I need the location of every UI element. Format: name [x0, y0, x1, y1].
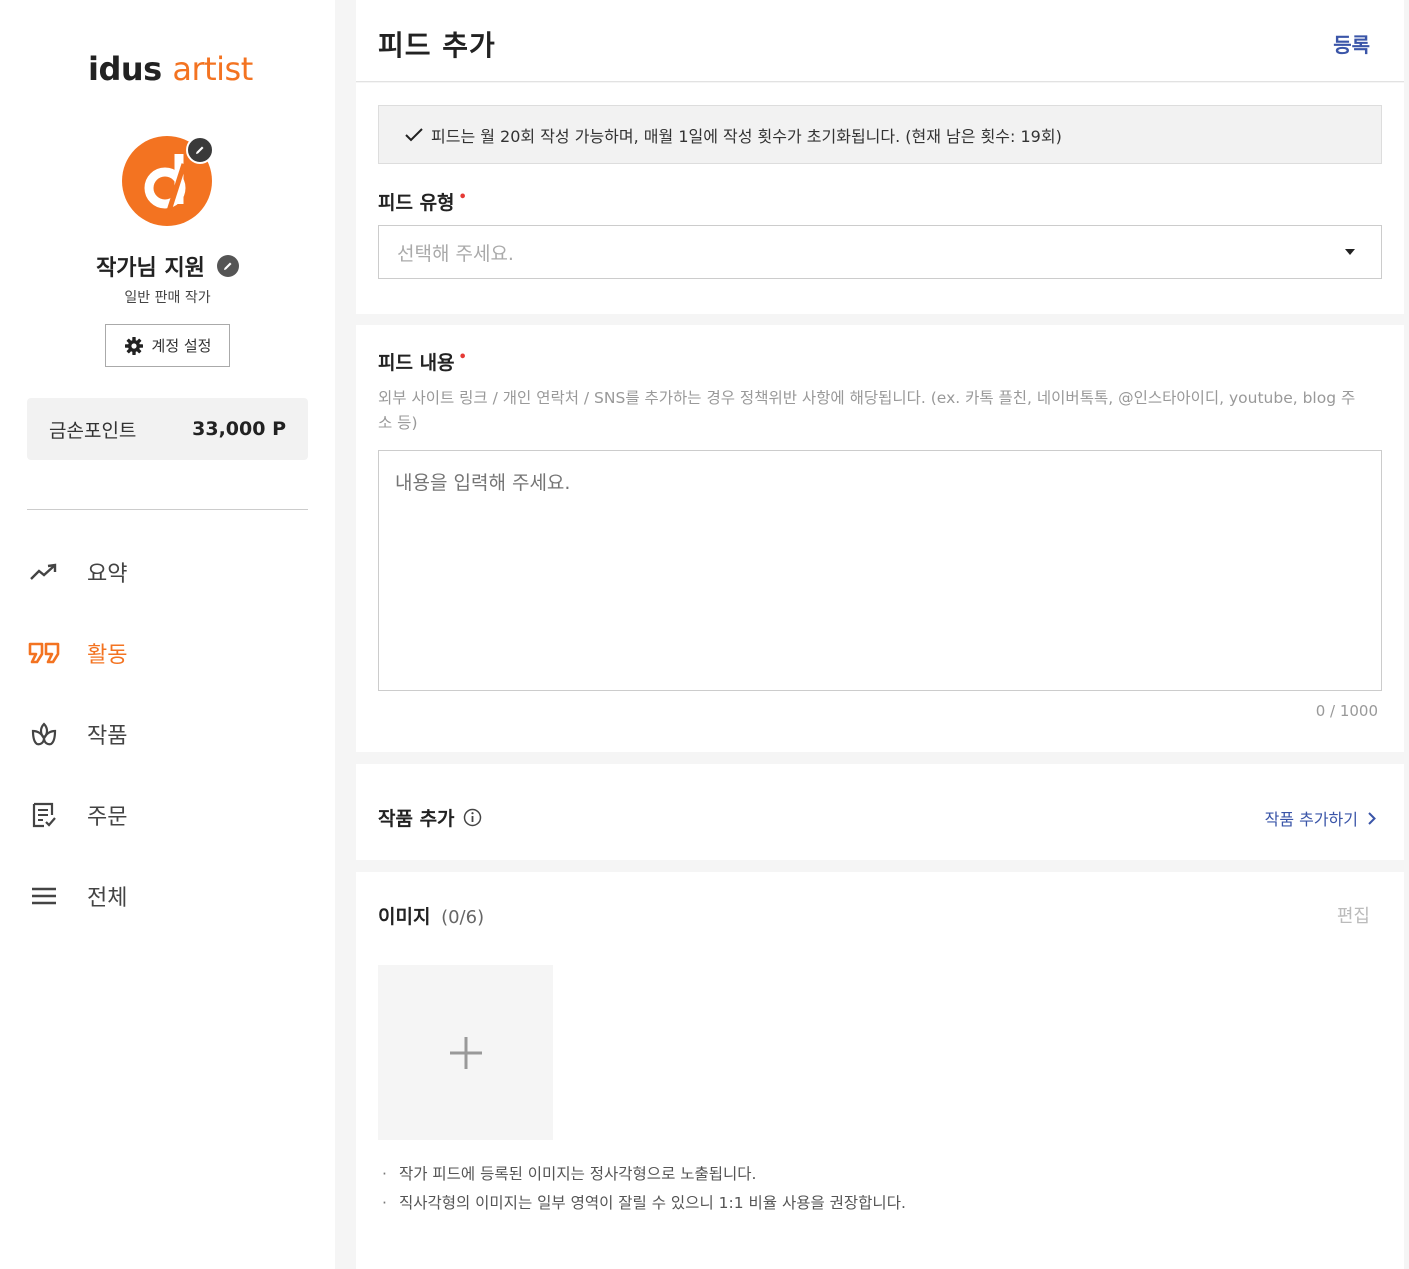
feed-content-hint: 외부 사이트 링크 / 개인 연락처 / SNS를 추가하는 경우 정책위반 사… [378, 389, 1356, 432]
images-label-text: 이미지 [378, 906, 431, 928]
image-note: 직사각형의 이미지는 일부 영역이 잘릴 수 있으니 1:1 비율 사용을 권장… [382, 1189, 906, 1218]
register-button[interactable]: 등록 [1333, 29, 1370, 58]
avatar-edit-button[interactable] [186, 136, 214, 164]
points-box: 금손포인트 33,000 P [27, 398, 308, 460]
page-title: 피드 추가 [378, 29, 496, 62]
account-settings-label: 계정 설정 [151, 337, 212, 355]
add-product-label: 작품 추가하기 [1264, 810, 1358, 829]
info-icon[interactable] [463, 808, 482, 827]
feed-content-textarea[interactable] [378, 450, 1382, 691]
idus-artist-logo[interactable]: idus artist [88, 50, 253, 88]
caret-down-icon [1345, 249, 1355, 255]
feed-type-placeholder: 선택해 주세요. [397, 242, 514, 265]
trend-icon [27, 555, 61, 589]
quote-icon [27, 636, 61, 670]
points-value: 33,000 P [192, 418, 286, 440]
image-notes: 작가 피드에 등록된 이미지는 정사각형으로 노출됩니다. 직사각형의 이미지는… [382, 1160, 906, 1218]
feed-type-section: 피드는 월 20회 작성 가능하며, 매월 1일에 작성 횟수가 초기화됩니다.… [356, 83, 1404, 314]
images-edit-button[interactable]: 편집 [1337, 902, 1370, 928]
lotus-icon [27, 717, 61, 751]
logo-artist-text: artist [172, 50, 253, 88]
sidebar-item-activity[interactable]: 활동 [27, 628, 308, 678]
sidebar-item-products[interactable]: 작품 [27, 709, 308, 759]
add-product-link[interactable]: 작품 추가하기 [1265, 806, 1376, 830]
sidebar-item-all[interactable]: 전체 [27, 871, 308, 921]
product-add-section: 작품 추가 작품 추가하기 [356, 764, 1404, 860]
gear-icon [124, 336, 143, 355]
plus-icon [449, 1036, 482, 1069]
sidebar-item-summary[interactable]: 요약 [27, 547, 308, 597]
product-add-label-text: 작품 추가 [378, 808, 455, 830]
feed-type-label: 피드 유형 • [378, 188, 467, 215]
profile-name: 작가님 지원 [96, 256, 205, 281]
account-settings-button[interactable]: 계정 설정 [105, 324, 230, 367]
notice-banner: 피드는 월 20회 작성 가능하며, 매월 1일에 작성 횟수가 초기화됩니다.… [378, 105, 1382, 164]
feed-content-label: 피드 내용 • [378, 348, 467, 375]
required-mark: • [458, 350, 467, 365]
points-label: 금손포인트 [49, 419, 137, 442]
profile-seller-type: 일반 판매 작가 [124, 290, 211, 306]
feed-type-label-text: 피드 유형 [378, 192, 455, 214]
images-label: 이미지 (0/6) [378, 902, 484, 929]
check-icon [405, 127, 423, 141]
divider [27, 509, 308, 510]
images-count: (0/6) [441, 907, 485, 928]
feed-content-label-text: 피드 내용 [378, 352, 455, 374]
name-edit-button[interactable] [216, 255, 239, 277]
sidebar-item-label: 요약 [87, 562, 128, 587]
feed-type-select[interactable]: 선택해 주세요. [378, 225, 1382, 279]
image-note: 작가 피드에 등록된 이미지는 정사각형으로 노출됩니다. [382, 1160, 906, 1189]
pencil-icon [223, 262, 232, 270]
logo-idus-text: idus [88, 50, 162, 88]
feed-content-section: 피드 내용 • 외부 사이트 링크 / 개인 연락처 / SNS를 추가하는 경우… [356, 325, 1404, 752]
sidebar: idus artist 작가님 지원 일반 판매 작가 계정 설정 금손포인트 … [0, 0, 335, 1269]
sidebar-item-label: 작품 [87, 724, 128, 749]
chevron-right-icon [1368, 811, 1376, 825]
page-header: 피드 추가 등록 [356, 0, 1404, 82]
sidebar-item-label: 활동 [87, 643, 128, 668]
menu-icon [27, 879, 61, 913]
add-image-button[interactable] [378, 965, 553, 1140]
order-list-icon [27, 798, 61, 832]
images-section: 이미지 (0/6) 편집 작가 피드에 등록된 이미지는 정사각형으로 노출됩니… [356, 872, 1404, 1269]
sidebar-item-label: 주문 [87, 805, 128, 830]
product-add-label: 작품 추가 [378, 804, 482, 831]
pencil-icon [196, 146, 204, 154]
notice-text: 피드는 월 20회 작성 가능하며, 매월 1일에 작성 횟수가 초기화됩니다.… [431, 126, 1062, 146]
char-counter: 0 / 1000 [1315, 702, 1378, 720]
sidebar-item-label: 전체 [87, 886, 128, 911]
required-mark: • [458, 190, 467, 205]
profile-name-row: 작가님 지원 [0, 250, 335, 282]
sidebar-item-orders[interactable]: 주문 [27, 790, 308, 840]
